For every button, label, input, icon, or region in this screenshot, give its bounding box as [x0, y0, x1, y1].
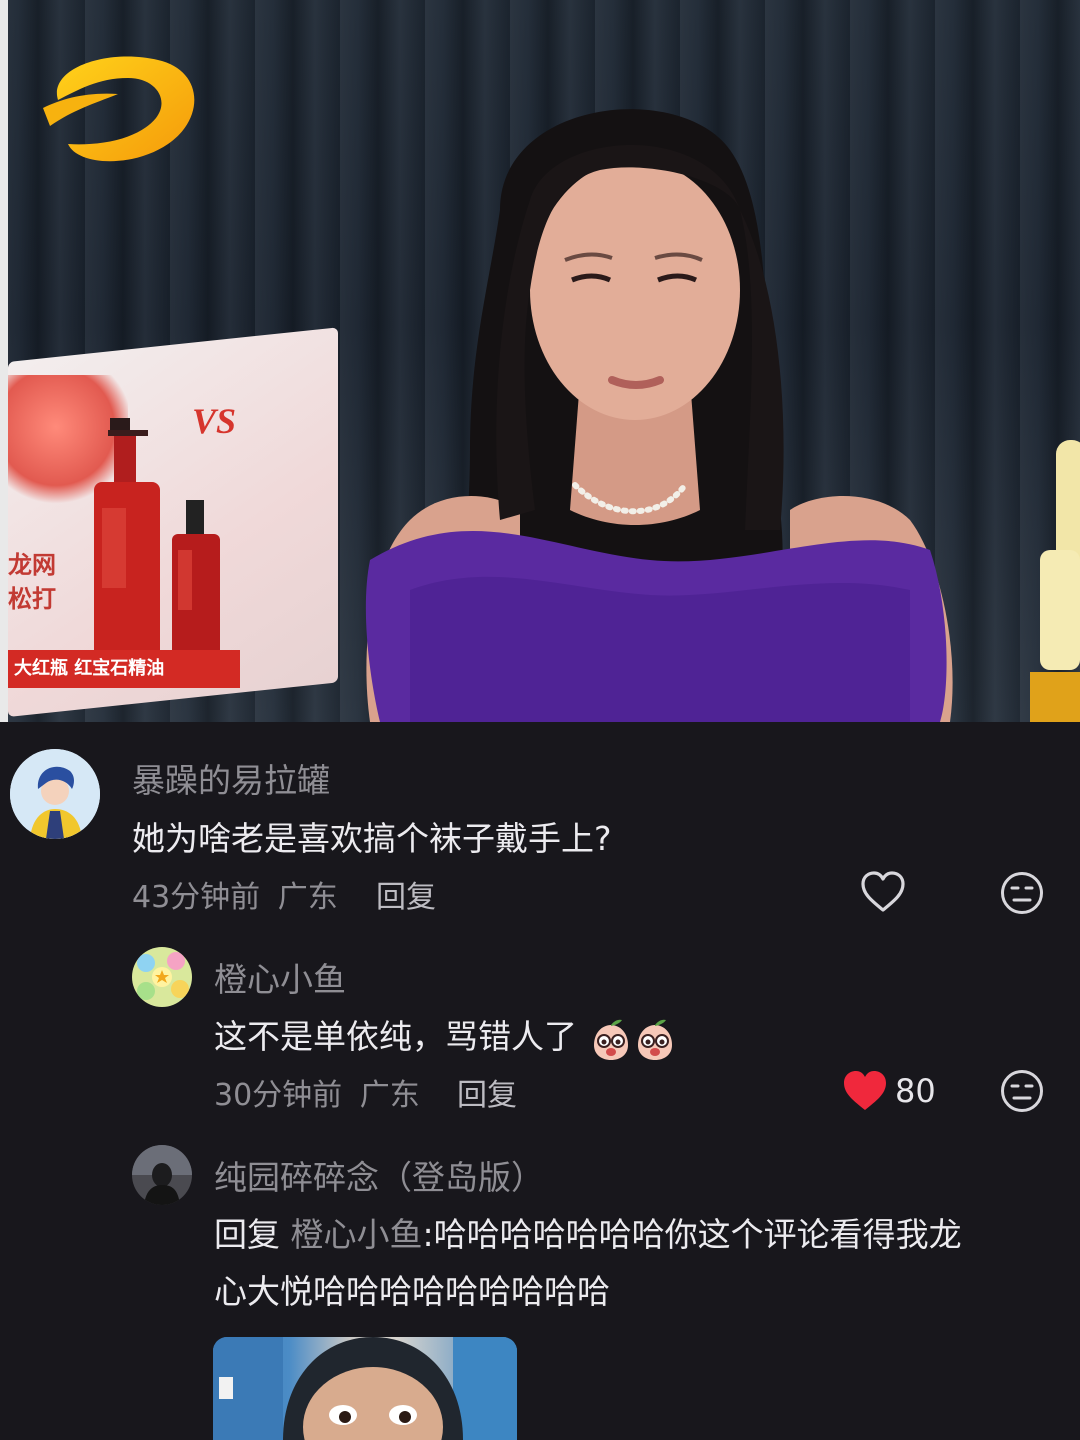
avatar[interactable] [132, 1145, 192, 1205]
product-bottle-small [172, 500, 220, 660]
dislike-face-icon[interactable] [1000, 871, 1044, 915]
comment-text-line: 心大悦哈哈哈哈哈哈哈哈哈 [214, 1272, 610, 1311]
reply-separator: : [422, 1215, 434, 1254]
avatar-image [132, 947, 192, 1007]
like-heart-icon[interactable] [860, 870, 906, 914]
like-count: 80 [895, 1072, 936, 1110]
dislike-face-icon[interactable] [1000, 1069, 1044, 1113]
peach-face-emoji [593, 1019, 628, 1060]
sponsor-text-line: 松打 [8, 585, 56, 613]
reply-button[interactable]: 回复 [376, 872, 436, 916]
comment-text: 她为啥老是喜欢搞个袜子戴手上? [132, 819, 612, 858]
comment-meta: 43分钟前 广东 [132, 872, 338, 916]
sponsor-banner: 大红瓶 红宝石精油 [8, 650, 240, 688]
avatar-image [132, 1145, 192, 1205]
avatar[interactable] [132, 947, 192, 1007]
attachment-image [213, 1337, 517, 1440]
comment-location: 广东 [277, 880, 338, 915]
avatar[interactable] [10, 749, 100, 839]
channel-logo [43, 56, 195, 162]
reply-target-username[interactable]: 橙心小鱼 [291, 1215, 423, 1254]
video-left-edge [0, 0, 8, 722]
comment-location: 广东 [359, 1078, 420, 1113]
comment-text-row: 这不是单依纯，骂错人了 [214, 1010, 676, 1061]
comment-time: 30分钟前 [214, 1078, 343, 1113]
comment-meta: 30分钟前 广东 [214, 1070, 420, 1114]
comment-username[interactable]: 橙心小鱼 [214, 953, 346, 1001]
sponsor-brand: VS [192, 401, 237, 441]
comment-username[interactable]: 纯园碎碎念（登岛版） [214, 1151, 544, 1199]
reply-prefix: 回复 [214, 1215, 280, 1254]
video-frame[interactable]: VS 龙网 松打 大红瓶 红宝石精油 [0, 0, 1080, 722]
liked-heart-icon[interactable] [842, 1069, 888, 1113]
avatar-image [10, 749, 100, 839]
sponsor-text-line: 龙网 [8, 551, 56, 579]
comment-text-line: 回复 橙心小鱼:哈哈哈哈哈哈哈你这个评论看得我龙 [214, 1208, 962, 1256]
comment-username[interactable]: 暴躁的易拉罐 [132, 754, 330, 802]
comment-text: 哈哈哈哈哈哈哈你这个评论看得我龙 [433, 1215, 962, 1254]
reply-button[interactable]: 回复 [457, 1070, 517, 1114]
sponsor-text: 龙网 松打 [8, 548, 98, 616]
product-bottle [94, 418, 160, 658]
comment-image-attachment[interactable] [213, 1337, 517, 1440]
comment-time: 43分钟前 [132, 880, 261, 915]
peach-face-emoji [637, 1019, 672, 1060]
performer [365, 109, 953, 722]
trophy-graphic [1030, 440, 1080, 722]
comment-text: 这不是单依纯，骂错人了 [214, 1017, 577, 1056]
